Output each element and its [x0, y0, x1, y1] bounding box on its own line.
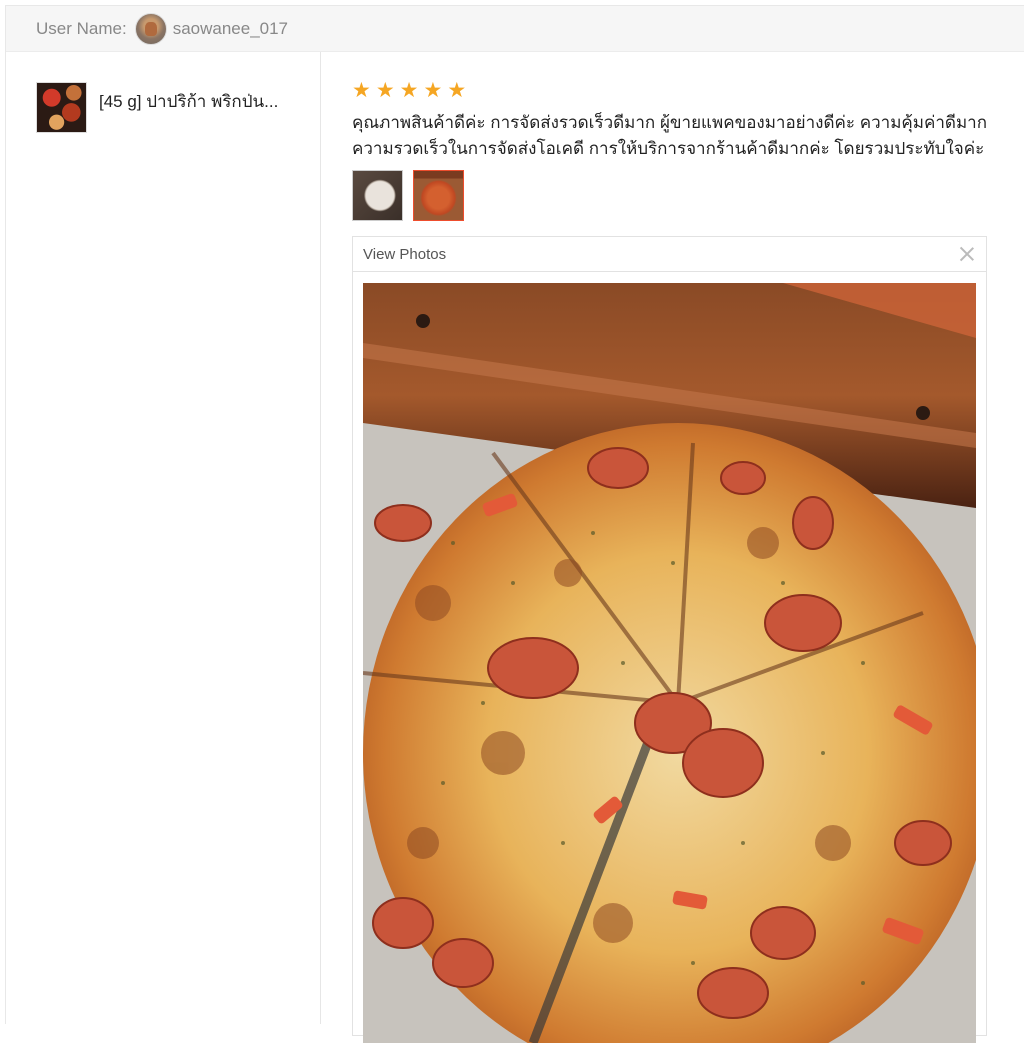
- username: saowanee_017: [172, 18, 289, 38]
- review-photo-thumbnails: [352, 170, 464, 221]
- star-icon: ★: [447, 79, 467, 102]
- product-item[interactable]: [45 g] ปาปริก้า พริกป่น...: [36, 82, 299, 133]
- review-photo-large: [363, 283, 976, 1043]
- photo-viewer-title: View Photos: [363, 245, 447, 263]
- review-text: คุณภาพสินค้าดีค่ะ การจัดส่งรวดเร็วดีมาก …: [352, 113, 987, 158]
- product-name[interactable]: [45 g] ปาปริก้า พริกป่น...: [99, 88, 299, 115]
- photo-viewer-header: View Photos: [353, 237, 986, 272]
- close-icon[interactable]: [958, 245, 976, 263]
- photo-viewer: View Photos: [352, 236, 987, 1043]
- star-icon: ★: [399, 79, 419, 102]
- rating-stars: ★ ★ ★ ★ ★: [352, 80, 466, 101]
- product-thumbnail-icon[interactable]: [36, 82, 87, 133]
- user-name-label: User Name:: [36, 18, 127, 38]
- star-icon: ★: [423, 79, 443, 102]
- review-photo-thumbnail-selected[interactable]: [413, 170, 464, 221]
- review-header: User Name: saowanee_017: [6, 6, 1024, 52]
- user-avatar-icon: [134, 12, 167, 45]
- star-icon: ★: [375, 79, 395, 102]
- review-photo-thumbnail[interactable]: [352, 170, 403, 221]
- star-icon: ★: [352, 79, 371, 102]
- column-divider: [320, 52, 321, 1024]
